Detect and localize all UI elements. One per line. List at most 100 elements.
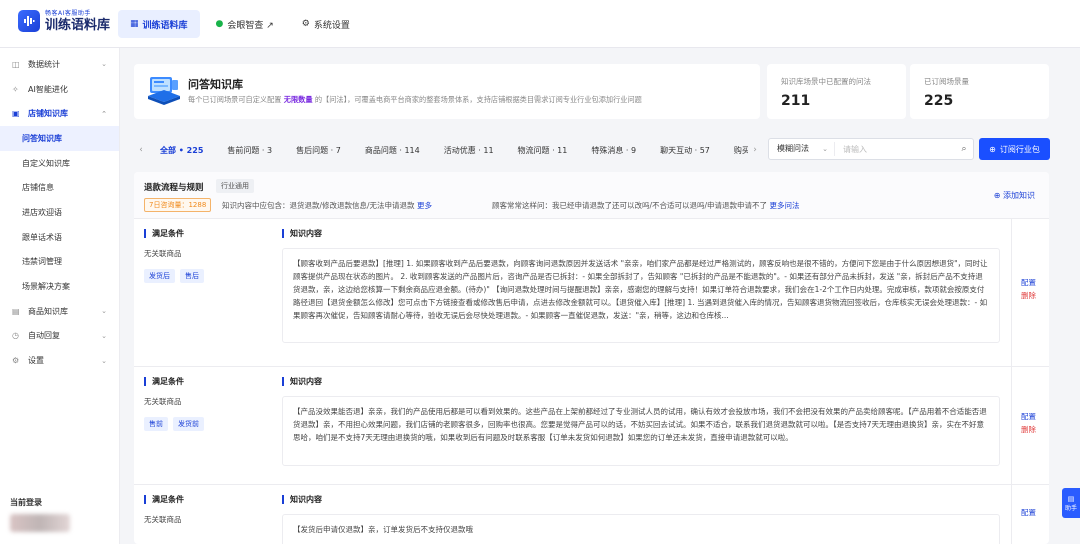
condition-badge: 售前 xyxy=(144,417,168,431)
box-icon: ▤ xyxy=(12,306,20,316)
tab-product[interactable]: 商品问题 · 114 xyxy=(353,145,432,156)
sidebar-sub-scenarios[interactable]: 场景解决方案 xyxy=(0,274,119,299)
condition-badge: 发货后 xyxy=(144,269,175,283)
sidebar-sub-banned-words[interactable]: 违禁词管理 xyxy=(0,250,119,275)
scene-header: 退款流程与规则 行业通用 7日咨询量：1288 知识内容中应包含：退货退款/修改… xyxy=(134,172,1049,219)
search-icon[interactable]: ⌕ xyxy=(955,144,973,154)
edit-button[interactable]: 配置 xyxy=(1021,507,1036,518)
tab-aftersale[interactable]: 售后问题 · 7 xyxy=(284,145,353,156)
scene-title: 退款流程与规则 xyxy=(144,183,204,193)
tab-presale[interactable]: 售前问题 · 3 xyxy=(215,145,284,156)
logo-subtitle: 畅客AI客服助手 xyxy=(45,9,91,17)
app-logo[interactable]: 畅客AI客服助手 训练语料库 xyxy=(18,10,110,32)
scene-content-hint: 知识内容中应包含：退货退款/修改退款信息/无法申请退款 更多 xyxy=(222,201,432,210)
weekly-consult-badge: 7日咨询量：1288 xyxy=(144,198,212,212)
top-bar: 畅客AI客服助手 训练语料库 ▦ 训练语料库 ● 会眼智查 ↗ ⚙ 系统设置 xyxy=(0,0,1080,48)
knowledge-title: 知识内容 xyxy=(282,229,1004,238)
gear-icon: ⚙ xyxy=(12,356,20,366)
header-card: 问答知识库 每个已订阅场景可自定义配置 无限数量 的【问法】，可覆盖电商平台商家… xyxy=(134,64,760,119)
page-title: 问答知识库 xyxy=(188,78,243,91)
top-nav: ▦ 训练语料库 ● 会眼智查 ↗ ⚙ 系统设置 xyxy=(118,10,366,38)
scene-question-hint: 顾客常常这样问：我已经申请退款了还可以改吗/不合适可以退吗/申请退款申请不了 更… xyxy=(492,201,800,210)
knowledge-panel: 退款流程与规则 行业通用 7日咨询量：1288 知识内容中应包含：退货退款/修改… xyxy=(134,172,1049,544)
chevron-up-icon: ⌃ xyxy=(101,109,107,118)
scene-tag: 行业通用 xyxy=(216,179,254,193)
reply-icon: ◷ xyxy=(12,331,19,341)
knowledge-row: 满足条件 无关联商品 知识内容 【发货后申请仅退款】亲，订单发货后不支持仅退款哦… xyxy=(134,485,1049,544)
search-input[interactable] xyxy=(835,144,955,154)
sidebar-item-settings[interactable]: ⚙ 设置 ⌄ xyxy=(0,348,119,373)
tab-promotion[interactable]: 活动优惠 · 11 xyxy=(432,145,506,156)
gear-icon: ⚙ xyxy=(301,19,310,29)
chevron-down-icon: ⌄ xyxy=(101,331,107,340)
chevron-down-icon: ⌄ xyxy=(101,307,107,316)
chart-icon: ◫ xyxy=(12,59,20,69)
condition-title: 满足条件 xyxy=(144,495,272,504)
tab-all[interactable]: 全部 • 225 xyxy=(148,145,215,156)
sidebar-sub-shop-info[interactable]: 店铺信息 xyxy=(0,175,119,200)
logo-title: 训练语料库 xyxy=(45,17,111,33)
search-mode-select[interactable]: 模糊问法 ⌄ xyxy=(769,142,835,156)
knowledge-row: 满足条件 无关联商品 售前 发货前 知识内容 【产品没效果能否退】亲亲，我们的产… xyxy=(134,367,1049,485)
logo-icon xyxy=(18,10,40,32)
knowledge-content: 【产品没效果能否退】亲亲，我们的产品使用后都是可以看到效果的。这些产品在上架前都… xyxy=(282,396,1000,466)
knowledge-title: 知识内容 xyxy=(282,495,1004,504)
grid-icon: ▦ xyxy=(130,19,139,29)
condition-title: 满足条件 xyxy=(144,377,272,386)
sidebar-sub-followup[interactable]: 跟单话术语 xyxy=(0,225,119,250)
condition-text: 无关联商品 xyxy=(144,515,182,524)
plus-circle-icon: ⊕ xyxy=(989,144,996,154)
condition-badge: 售后 xyxy=(180,269,204,283)
magic-icon: ✧ xyxy=(12,84,19,94)
sidebar-sub-qa[interactable]: 问答知识库 xyxy=(0,126,119,151)
more-link[interactable]: 更多 xyxy=(417,201,432,210)
edit-button[interactable]: 配置 xyxy=(1021,411,1036,422)
top-nav-settings[interactable]: ⚙ 系统设置 xyxy=(290,10,362,38)
chevron-down-icon: ⌄ xyxy=(101,356,107,365)
stat-subscribed-scenes: 已订阅场景量 225 xyxy=(910,64,1049,119)
knowledge-content: 【顾客收到产品后要退款】[推理] 1. 如果顾客收到产品后要退款，向顾客询问退款… xyxy=(282,248,1000,343)
assistant-float-button[interactable]: ▤ 助手 xyxy=(1062,488,1080,518)
check-circle-icon: ● xyxy=(215,19,224,29)
tab-logistics[interactable]: 物流问题 · 11 xyxy=(506,145,580,156)
condition-title: 满足条件 xyxy=(144,229,272,238)
top-nav-smart-check[interactable]: ● 会眼智查 ↗ xyxy=(204,10,286,38)
top-nav-corpus[interactable]: ▦ 训练语料库 xyxy=(118,10,200,38)
knowledge-row: 满足条件 无关联商品 发货后 售后 知识内容 【顾客收到产品后要退款】[推理] … xyxy=(134,219,1049,367)
delete-button[interactable]: 删除 xyxy=(1021,290,1036,301)
sidebar-item-auto-reply[interactable]: ◷ 自动回复 ⌄ xyxy=(0,324,119,349)
book-icon: ▣ xyxy=(12,109,20,119)
knowledge-title: 知识内容 xyxy=(282,377,1004,386)
sidebar-item-stats[interactable]: ◫ 数据统计 ⌄ xyxy=(0,52,119,77)
subscribe-industry-pack-button[interactable]: ⊕ 订阅行业包 xyxy=(979,138,1050,160)
sidebar-item-product-knowledge[interactable]: ▤ 商品知识库 ⌄ xyxy=(0,299,119,324)
chevron-down-icon: ⌄ xyxy=(822,145,828,153)
add-knowledge-button[interactable]: ⊕ 添加知识 xyxy=(994,190,1035,201)
tab-chat[interactable]: 聊天互动 · 57 xyxy=(648,145,722,156)
sidebar: ◫ 数据统计 ⌄ ✧ AI智能进化 ▣ 店铺知识库 ⌃ 问答知识库 自定义知识库… xyxy=(0,48,120,544)
page-description: 每个已订阅场景可自定义配置 无限数量 的【问法】，可覆盖电商平台商家的整套场景体… xyxy=(188,95,642,104)
sidebar-item-shop-knowledge[interactable]: ▣ 店铺知识库 ⌃ xyxy=(0,101,119,126)
tab-special[interactable]: 特殊消息 · 9 xyxy=(579,145,648,156)
search-box: 模糊问法 ⌄ ⌕ xyxy=(768,138,974,160)
avatar[interactable] xyxy=(10,514,70,532)
tab-purchase[interactable]: 购买操 xyxy=(722,145,748,156)
sidebar-sub-welcome[interactable]: 进店欢迎语 xyxy=(0,200,119,225)
chat-icon: ▤ xyxy=(1067,494,1075,503)
sidebar-item-ai-evolve[interactable]: ✧ AI智能进化 xyxy=(0,77,119,102)
current-login-label: 当前登录 xyxy=(10,498,42,507)
more-questions-link[interactable]: 更多问法 xyxy=(769,201,799,210)
main-content: 问答知识库 每个已订阅场景可自定义配置 无限数量 的【问法】，可覆盖电商平台商家… xyxy=(120,48,1060,544)
chevron-left-icon[interactable]: ‹ xyxy=(134,145,148,155)
knowledge-base-icon xyxy=(146,74,182,108)
condition-text: 无关联商品 xyxy=(144,249,182,258)
plus-circle-icon: ⊕ xyxy=(993,191,1001,200)
condition-badge: 发货前 xyxy=(173,417,204,431)
delete-button[interactable]: 删除 xyxy=(1021,424,1036,435)
edit-button[interactable]: 配置 xyxy=(1021,277,1036,288)
stat-configured-questions: 知识库场景中已配置的问法 211 xyxy=(767,64,906,119)
chevron-right-icon[interactable]: › xyxy=(748,145,762,155)
category-tabs: ‹ 全部 • 225 售前问题 · 3 售后问题 · 7 商品问题 · 114 … xyxy=(134,136,1050,164)
condition-text: 无关联商品 xyxy=(144,397,182,406)
sidebar-sub-custom[interactable]: 自定义知识库 xyxy=(0,151,119,176)
